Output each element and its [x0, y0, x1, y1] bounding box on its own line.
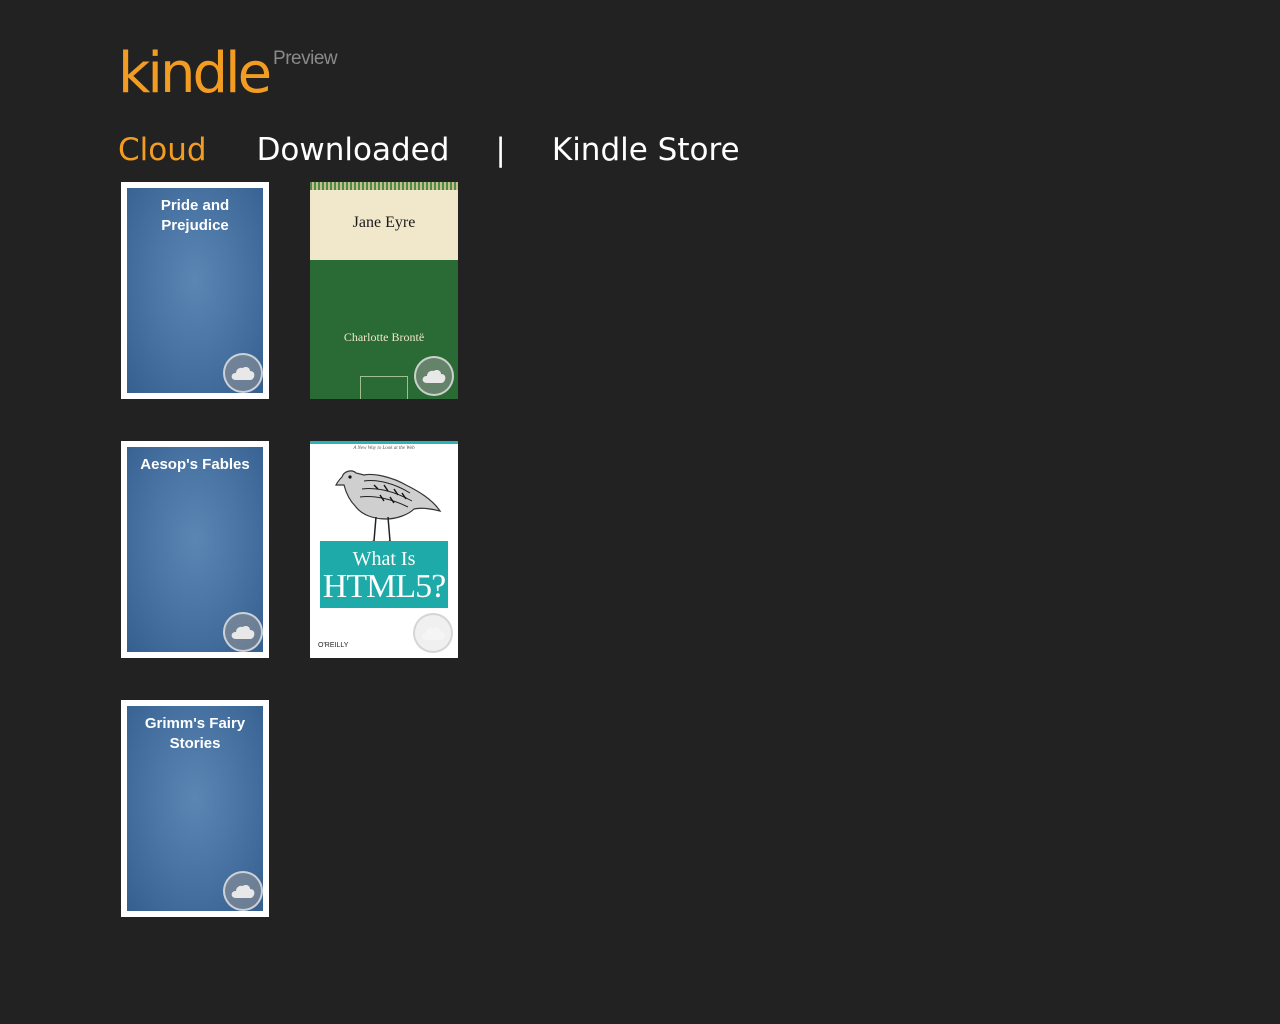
cover-border: [310, 182, 458, 190]
book-cover: Pride and Prejudice: [127, 188, 263, 393]
cloud-icon: [223, 612, 263, 652]
bird-illustration-icon: [335, 470, 442, 546]
book-tile-aesops-fables[interactable]: Aesop's Fables: [121, 441, 269, 658]
cloud-icon: [223, 353, 263, 393]
nav-cloud[interactable]: Cloud: [118, 132, 207, 168]
kindle-app: kindle Preview Cloud Downloaded | Kindle…: [0, 0, 1280, 1024]
book-author: Charlotte Brontë: [343, 330, 425, 344]
cloud-icon: [223, 871, 263, 911]
book-tile-grimms-fairy-stories[interactable]: Grimm's Fairy Stories: [121, 700, 269, 917]
book-tagline: A New Way to Look at the Web: [353, 446, 415, 451]
nav-downloaded[interactable]: Downloaded: [257, 132, 450, 168]
kindle-logo: kindle Preview: [118, 41, 338, 106]
book-title: Aesop's Fables: [140, 456, 250, 473]
main-nav: Cloud Downloaded | Kindle Store: [118, 128, 740, 172]
cover-top-line: [310, 441, 458, 444]
book-title: Pride and Prejudice: [160, 197, 230, 234]
book-title-line2: HTML5?: [322, 568, 446, 605]
book-title-line1: What Is: [352, 548, 416, 570]
book-cover: Grimm's Fairy Stories: [127, 706, 263, 911]
cloud-icon: [413, 613, 453, 653]
logo-sub-text: Preview: [273, 48, 338, 69]
book-tile-pride-and-prejudice[interactable]: Pride and Prejudice: [121, 182, 269, 399]
nav-separator: |: [495, 132, 506, 168]
logo-main-text: kindle: [118, 41, 272, 106]
book-tile-what-is-html5[interactable]: A New Way to Look at the Web What Is HTM…: [310, 441, 458, 658]
nav-kindle-store[interactable]: Kindle Store: [552, 132, 740, 168]
book-title: Grimm's Fairy Stories: [144, 715, 246, 752]
book-title: Jane Eyre: [352, 214, 416, 231]
book-publisher: O'REILLY: [318, 642, 349, 649]
cover-imprint: [360, 376, 408, 399]
book-cover: Aesop's Fables: [127, 447, 263, 652]
cloud-icon: [414, 356, 454, 396]
book-tile-jane-eyre[interactable]: Jane Eyre Charlotte Brontë: [310, 182, 458, 399]
